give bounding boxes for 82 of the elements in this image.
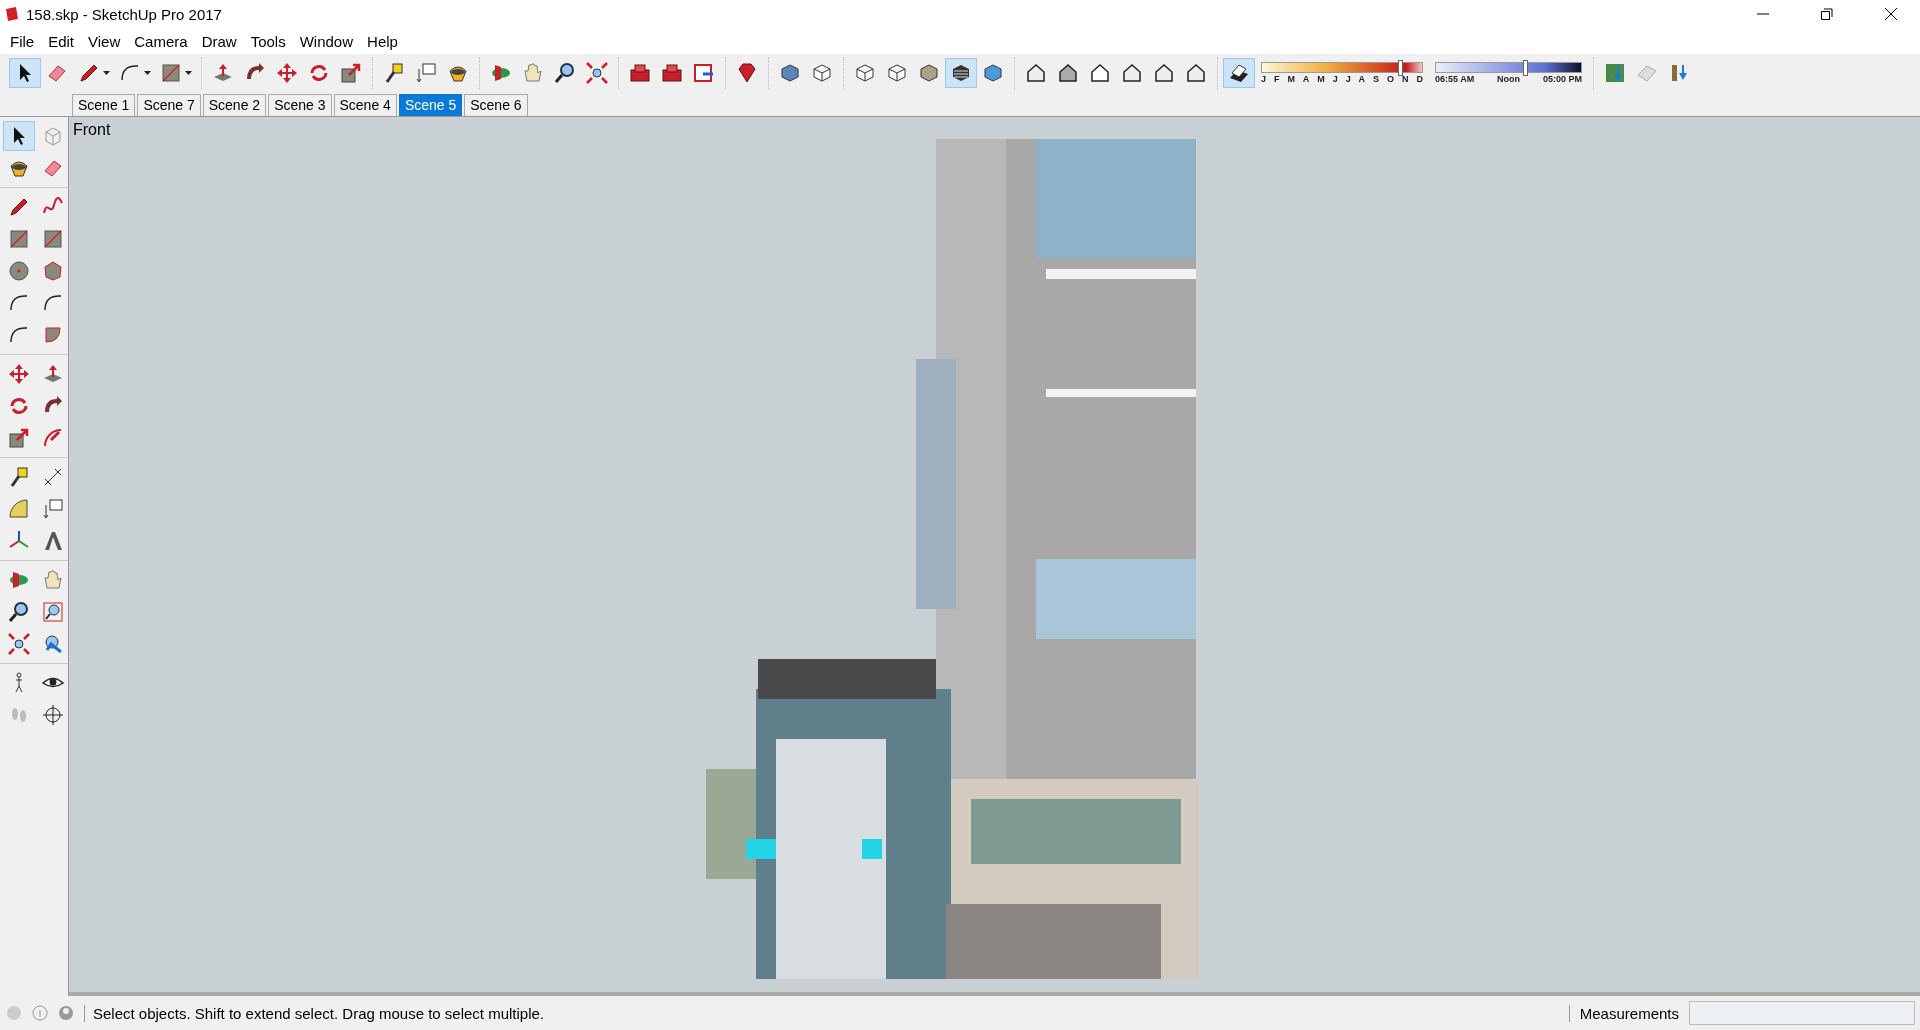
- scene-tab[interactable]: Scene 5: [398, 94, 463, 116]
- month-label: J: [1332, 74, 1338, 84]
- app-logo-icon: [4, 6, 20, 22]
- caret-icon: [103, 70, 110, 76]
- window-title: 158.skp - SketchUp Pro 2017: [26, 5, 223, 23]
- label-icon: [414, 61, 438, 85]
- time-label: 06:55 AM: [1435, 74, 1475, 84]
- user-icon: [58, 1005, 74, 1021]
- scale-icon: [7, 426, 31, 450]
- polygon-icon: [41, 259, 65, 283]
- stacked-boxes-icon: [628, 61, 652, 85]
- hand-icon: [521, 61, 545, 85]
- menu-item[interactable]: Edit: [41, 32, 82, 50]
- month-label: M: [1287, 74, 1295, 84]
- caret-icon: [144, 70, 151, 76]
- slider-thumb[interactable]: [1523, 60, 1528, 76]
- house-icon: [1184, 61, 1208, 85]
- house-icon: [1088, 61, 1112, 85]
- map-pin-icon: [1603, 61, 1627, 85]
- month-label: A: [1358, 74, 1366, 84]
- status-message: Select objects. Shift to extend select. Drag mouse to select multiple.: [84, 1004, 1559, 1022]
- stacked-boxes-icon: [660, 61, 684, 85]
- toolbar-button[interactable]: [9, 58, 41, 88]
- house-icon: [1120, 61, 1144, 85]
- menu-item[interactable]: Tools: [243, 32, 293, 50]
- label-icon: [41, 497, 65, 521]
- scene-tab[interactable]: Scene 6: [464, 94, 528, 116]
- tool-button[interactable]: [3, 121, 35, 151]
- menu-item[interactable]: Help: [360, 32, 405, 50]
- four-arrows-icon: [7, 362, 31, 386]
- scene-tab[interactable]: Scene 2: [202, 94, 267, 116]
- restore-icon: [1821, 8, 1833, 20]
- rectangle-icon: [7, 227, 31, 251]
- month-label: O: [1387, 74, 1394, 84]
- month-label: J: [1261, 74, 1266, 84]
- month-label: N: [1401, 74, 1409, 84]
- measurements-label: Measurements: [1568, 1004, 1679, 1022]
- rectangle-icon: [159, 61, 183, 85]
- menu-item[interactable]: File: [3, 32, 42, 50]
- close-icon: [1884, 7, 1898, 21]
- scale-icon: [339, 61, 363, 85]
- section-plane-icon: [41, 703, 65, 727]
- scene-tab[interactable]: Scene 7: [137, 94, 201, 116]
- month-label: F: [1273, 74, 1280, 84]
- scene-tab[interactable]: Scene 3: [268, 94, 332, 116]
- info-icon: [32, 1005, 48, 1021]
- magnifier-icon: [553, 61, 577, 85]
- time-slider[interactable]: [1435, 62, 1582, 73]
- toolbar-button[interactable]: [945, 58, 977, 88]
- protractor-icon: [7, 497, 31, 521]
- view-label: Front: [73, 121, 111, 139]
- shadows-button[interactable]: [1223, 58, 1255, 88]
- info-icon: [6, 1005, 22, 1021]
- time-label: Noon: [1497, 74, 1521, 84]
- four-arrows-icon: [275, 61, 299, 85]
- measurements-field[interactable]: [1689, 1001, 1915, 1025]
- month-label: M: [1317, 74, 1325, 84]
- scene-tab[interactable]: Scene 1: [72, 94, 136, 116]
- time-label: 05:00 PM: [1542, 74, 1582, 84]
- house-icon: [1056, 61, 1080, 85]
- month-label: J: [1345, 74, 1351, 84]
- document-icon: [692, 61, 716, 85]
- hand-icon: [41, 568, 65, 592]
- house-icon: [1024, 61, 1048, 85]
- magnifier-icon: [7, 600, 31, 624]
- rectangle-icon: [41, 227, 65, 251]
- menu-item[interactable]: Camera: [127, 32, 195, 50]
- caret-icon: [185, 70, 192, 76]
- menu-item[interactable]: View: [81, 32, 128, 50]
- scene-tab[interactable]: Scene 4: [333, 94, 397, 116]
- circle-icon: [7, 259, 31, 283]
- zoom-window-icon: [41, 600, 65, 624]
- zoom-extents-icon: [7, 632, 31, 656]
- month-slider[interactable]: [1261, 62, 1423, 73]
- zoom-extents-icon: [585, 61, 609, 85]
- menu-item[interactable]: Draw: [194, 32, 244, 50]
- month-label: D: [1416, 74, 1423, 84]
- month-label: S: [1373, 74, 1380, 84]
- house-icon: [1152, 61, 1176, 85]
- slider-thumb[interactable]: [1398, 60, 1403, 76]
- menu-item[interactable]: Window: [292, 32, 361, 50]
- month-label: A: [1302, 74, 1310, 84]
